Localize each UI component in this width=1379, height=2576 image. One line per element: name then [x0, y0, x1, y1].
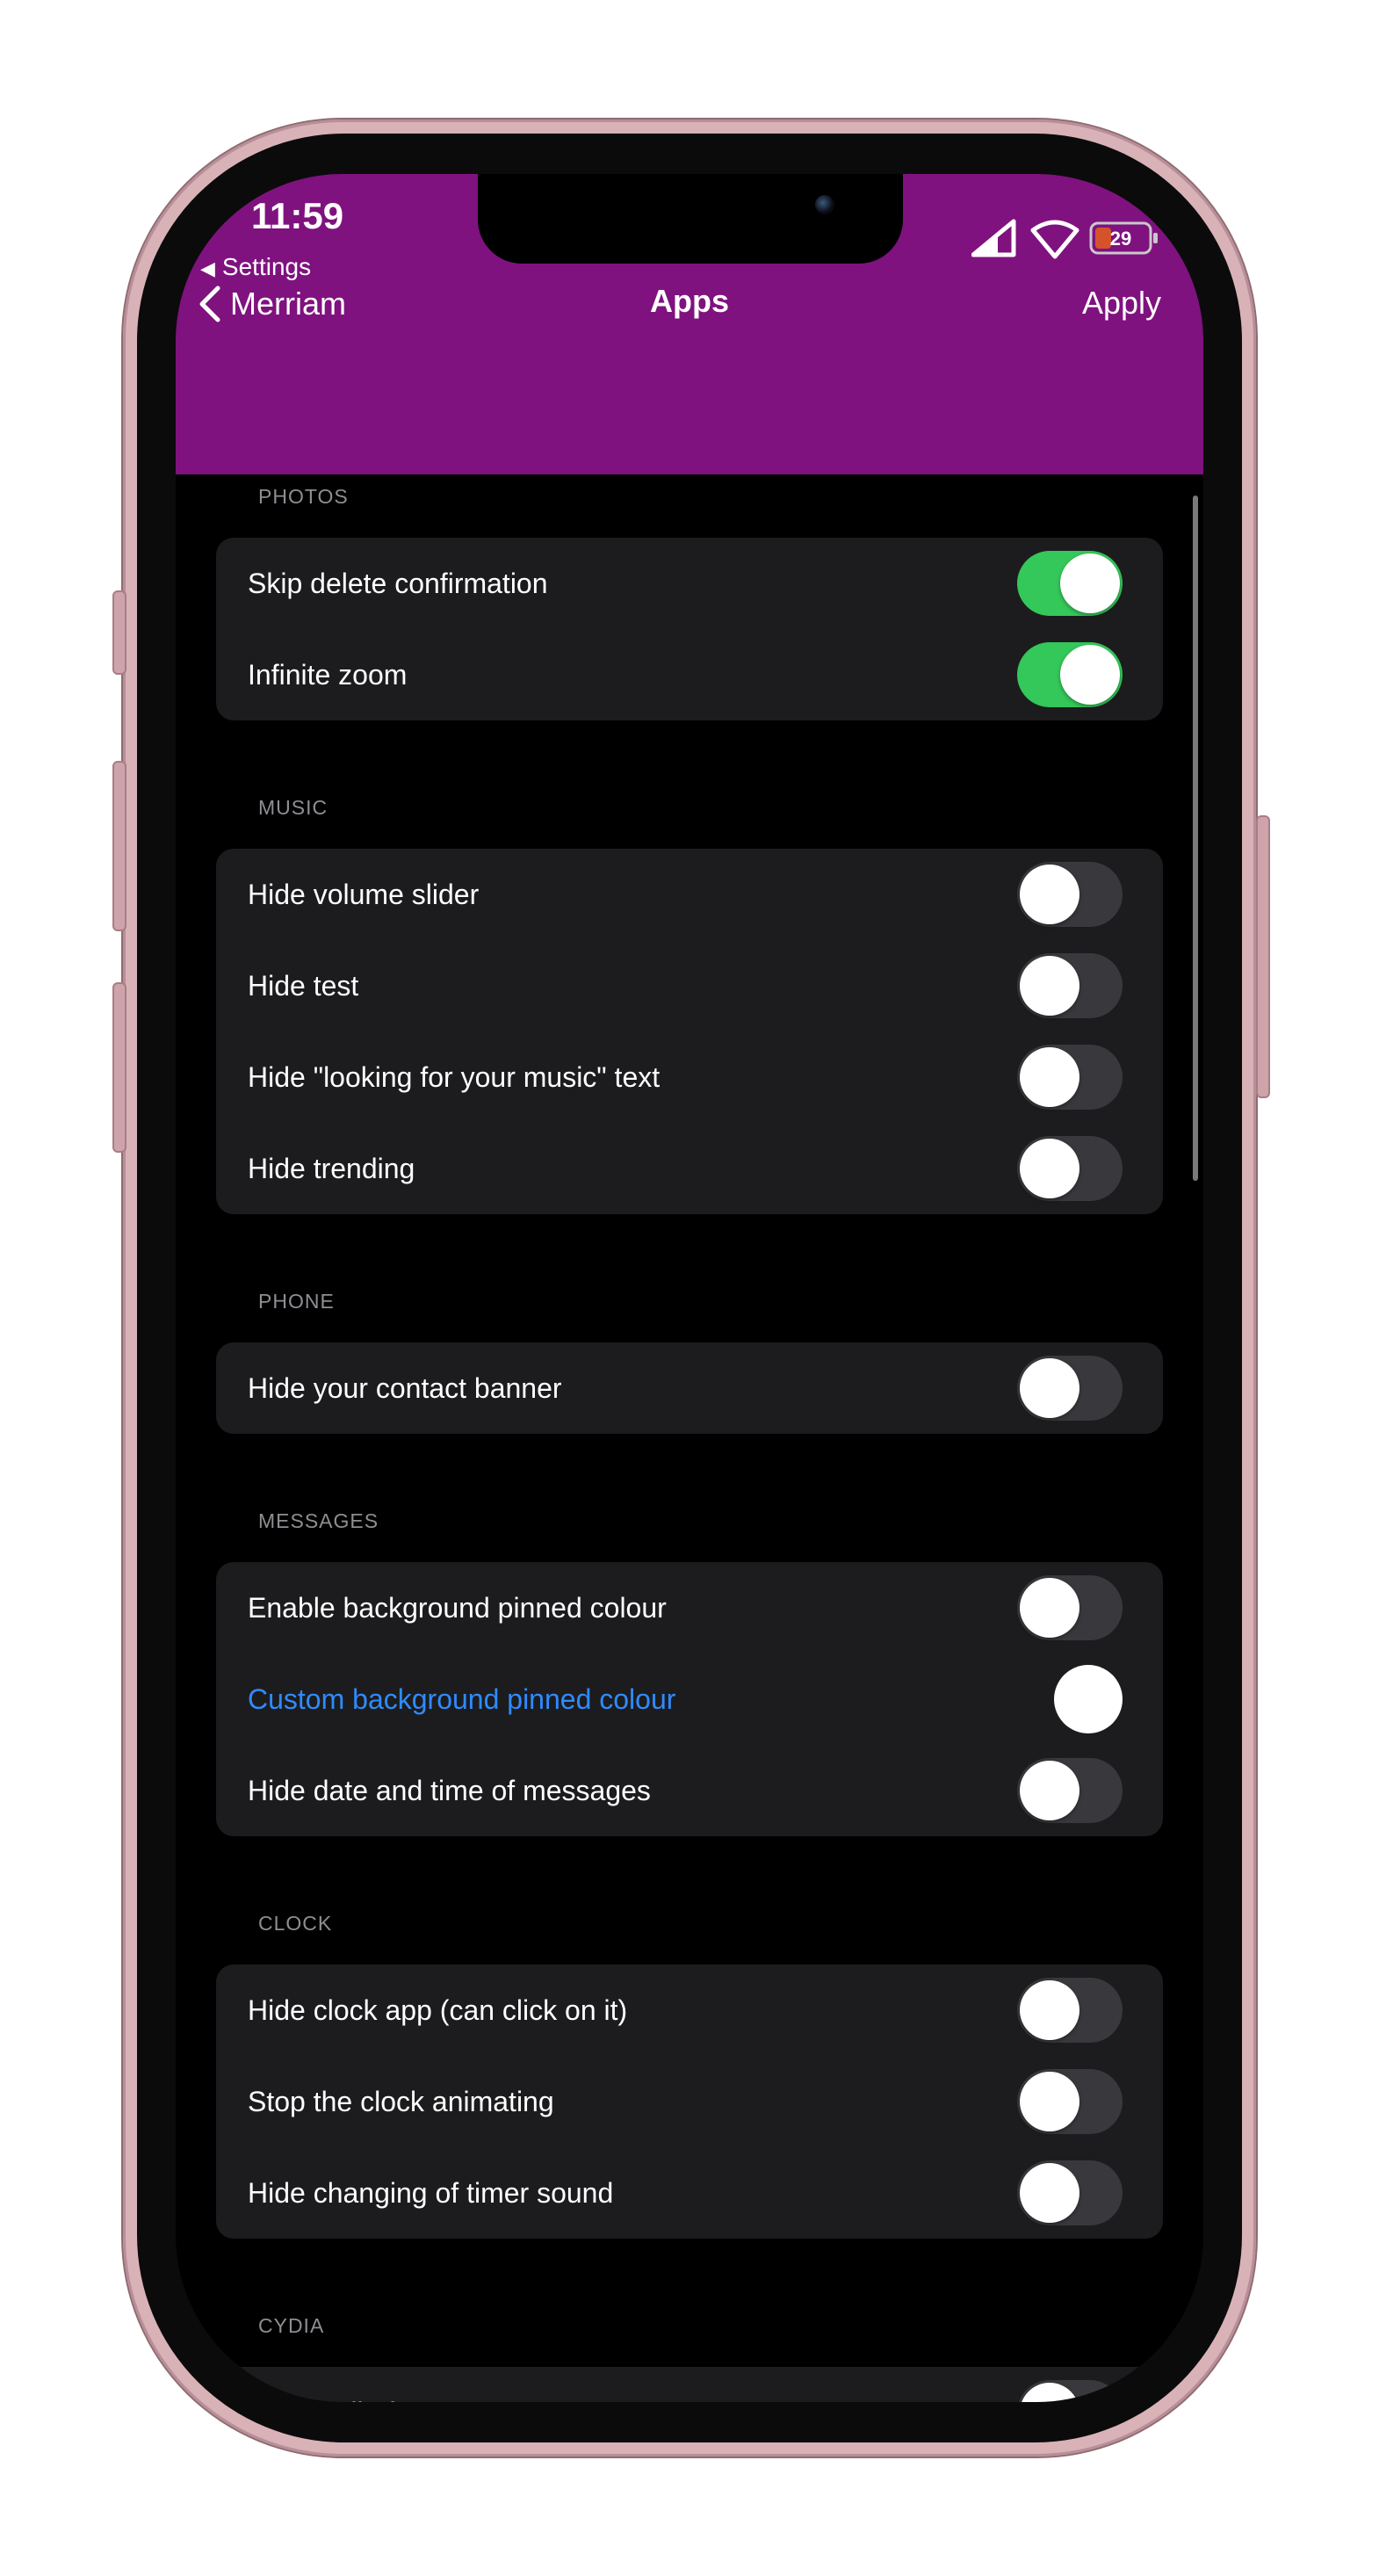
- row-label-hide-cydia-front-page: Hide cydia front page: [248, 2397, 513, 2403]
- section-header-clock: CLOCK: [258, 1912, 333, 1935]
- row-label-enable-background-pinned-colour: Enable background pinned colour: [248, 1591, 667, 1624]
- color-swatch[interactable]: [1054, 1665, 1123, 1733]
- toggle-stop-the-clock-animating[interactable]: [1017, 2069, 1123, 2134]
- signal-icon: [971, 219, 1016, 257]
- back-triangle-icon: ◀: [200, 257, 215, 279]
- notch: [478, 174, 903, 264]
- section-header-cydia: CYDIA: [258, 2314, 325, 2337]
- settings-row: Stop the clock animating: [216, 2056, 1163, 2147]
- settings-row: Hide volume slider: [216, 849, 1163, 940]
- settings-group-phone: Hide your contact banner: [216, 1342, 1163, 1434]
- toggle-knob: [1020, 1578, 1079, 1638]
- navigation-bar: [176, 387, 1203, 474]
- row-label-hide-your-contact-banner: Hide your contact banner: [248, 1371, 562, 1404]
- toggle-hide-volume-slider[interactable]: [1017, 862, 1123, 927]
- section-header-photos: PHOTOS: [258, 485, 349, 508]
- scroll-indicator[interactable]: [1193, 496, 1198, 1181]
- toggle-hide-your-contact-banner[interactable]: [1017, 1356, 1123, 1421]
- toggle-infinite-zoom[interactable]: [1017, 642, 1123, 707]
- back-to-app-link[interactable]: ◀ Settings: [200, 253, 311, 281]
- status-time: 11:59: [251, 195, 344, 236]
- row-label-custom-background-pinned-colour[interactable]: Custom background pinned colour: [248, 1683, 675, 1716]
- toggle-hide-looking-for-your-music-text[interactable]: [1017, 1045, 1123, 1110]
- row-label-hide-looking-for-your-music-text: Hide "looking for your music" text: [248, 1060, 661, 1093]
- status-icons: 29: [971, 219, 1158, 259]
- section-header-messages: MESSAGES: [258, 1509, 379, 1532]
- status-bar: 11:59 ◀ Settings 29: [176, 174, 1203, 387]
- wifi-icon: [1030, 220, 1079, 259]
- apply-button[interactable]: Apply: [1082, 285, 1161, 322]
- phone-screen: 11:59 ◀ Settings 29 Merriam Apps Apply P…: [176, 174, 1203, 2402]
- settings-row: Skip delete confirmation: [216, 538, 1163, 629]
- toggle-hide-cydia-front-page[interactable]: [1017, 2380, 1123, 2402]
- toggle-knob: [1020, 1980, 1079, 2040]
- toggle-knob: [1020, 1047, 1079, 1107]
- settings-row: Infinite zoom: [216, 629, 1163, 720]
- settings-row: Hide your contact banner: [216, 1342, 1163, 1434]
- settings-group-photos: Skip delete confirmation Infinite zoom: [216, 538, 1163, 720]
- row-label-hide-clock-app-can-click-on-it: Hide clock app (can click on it): [248, 1994, 628, 2026]
- settings-group-music: Hide volume slider Hide test Hide "looking…: [216, 849, 1163, 1214]
- row-label-hide-test: Hide test: [248, 969, 359, 1002]
- toggle-enable-background-pinned-colour[interactable]: [1017, 1575, 1123, 1640]
- settings-row: Hide changing of timer sound: [216, 2147, 1163, 2239]
- toggle-knob: [1060, 554, 1120, 613]
- settings-row: Hide cydia front page: [216, 2367, 1163, 2402]
- settings-row: Hide trending: [216, 1123, 1163, 1214]
- row-label-stop-the-clock-animating: Stop the clock animating: [248, 2085, 554, 2117]
- battery-icon: 29: [1089, 221, 1158, 255]
- power-button: [1256, 815, 1270, 1098]
- settings-group-clock: Hide clock app (can click on it) Stop the…: [216, 1965, 1163, 2239]
- toggle-hide-test[interactable]: [1017, 953, 1123, 1018]
- row-label-infinite-zoom: Infinite zoom: [248, 658, 408, 691]
- settings-row: Hide "looking for your music" text: [216, 1031, 1163, 1123]
- back-to-app-label: Settings: [221, 253, 312, 280]
- toggle-knob: [1020, 865, 1079, 924]
- toggle-knob: [1020, 2072, 1079, 2131]
- volume-up-button: [112, 761, 126, 931]
- toggle-knob: [1060, 645, 1120, 705]
- settings-group-cydia: Hide cydia front page: [216, 2367, 1163, 2402]
- toggle-knob: [1020, 2163, 1079, 2223]
- toggle-knob: [1020, 2383, 1079, 2402]
- battery-level: 29: [1110, 228, 1131, 250]
- toggle-hide-changing-of-timer-sound[interactable]: [1017, 2160, 1123, 2225]
- settings-group-messages: Enable background pinned colour Custom ba…: [216, 1562, 1163, 1836]
- row-label-hide-changing-of-timer-sound: Hide changing of timer sound: [248, 2176, 614, 2209]
- toggle-knob: [1020, 1358, 1079, 1418]
- toggle-knob: [1020, 956, 1079, 1016]
- toggle-knob: [1020, 1139, 1079, 1198]
- section-header-phone: PHONE: [258, 1290, 335, 1313]
- row-label-skip-delete-confirmation: Skip delete confirmation: [248, 567, 548, 599]
- mute-switch: [112, 590, 126, 675]
- settings-row: Enable background pinned colour: [216, 1562, 1163, 1653]
- page-title: Apps: [650, 283, 729, 319]
- toggle-hide-clock-app-can-click-on-it[interactable]: [1017, 1978, 1123, 2043]
- toggle-skip-delete-confirmation[interactable]: [1017, 551, 1123, 616]
- row-label-hide-date-and-time-of-messages: Hide date and time of messages: [248, 1774, 651, 1806]
- front-camera: [815, 195, 834, 214]
- row-label-hide-trending: Hide trending: [248, 1152, 415, 1184]
- toggle-knob: [1020, 1761, 1079, 1820]
- section-header-music: MUSIC: [258, 796, 329, 819]
- settings-row: Hide test: [216, 940, 1163, 1031]
- toggle-hide-date-and-time-of-messages[interactable]: [1017, 1758, 1123, 1823]
- settings-row[interactable]: Custom background pinned colour: [216, 1653, 1163, 1745]
- settings-row: Hide clock app (can click on it): [216, 1965, 1163, 2056]
- settings-row: Hide date and time of messages: [216, 1745, 1163, 1836]
- settings-list[interactable]: PHOTOS Skip delete confirmation Infinite z…: [176, 474, 1203, 2402]
- volume-down-button: [112, 982, 126, 1153]
- row-label-hide-volume-slider: Hide volume slider: [248, 878, 480, 910]
- toggle-hide-trending[interactable]: [1017, 1136, 1123, 1201]
